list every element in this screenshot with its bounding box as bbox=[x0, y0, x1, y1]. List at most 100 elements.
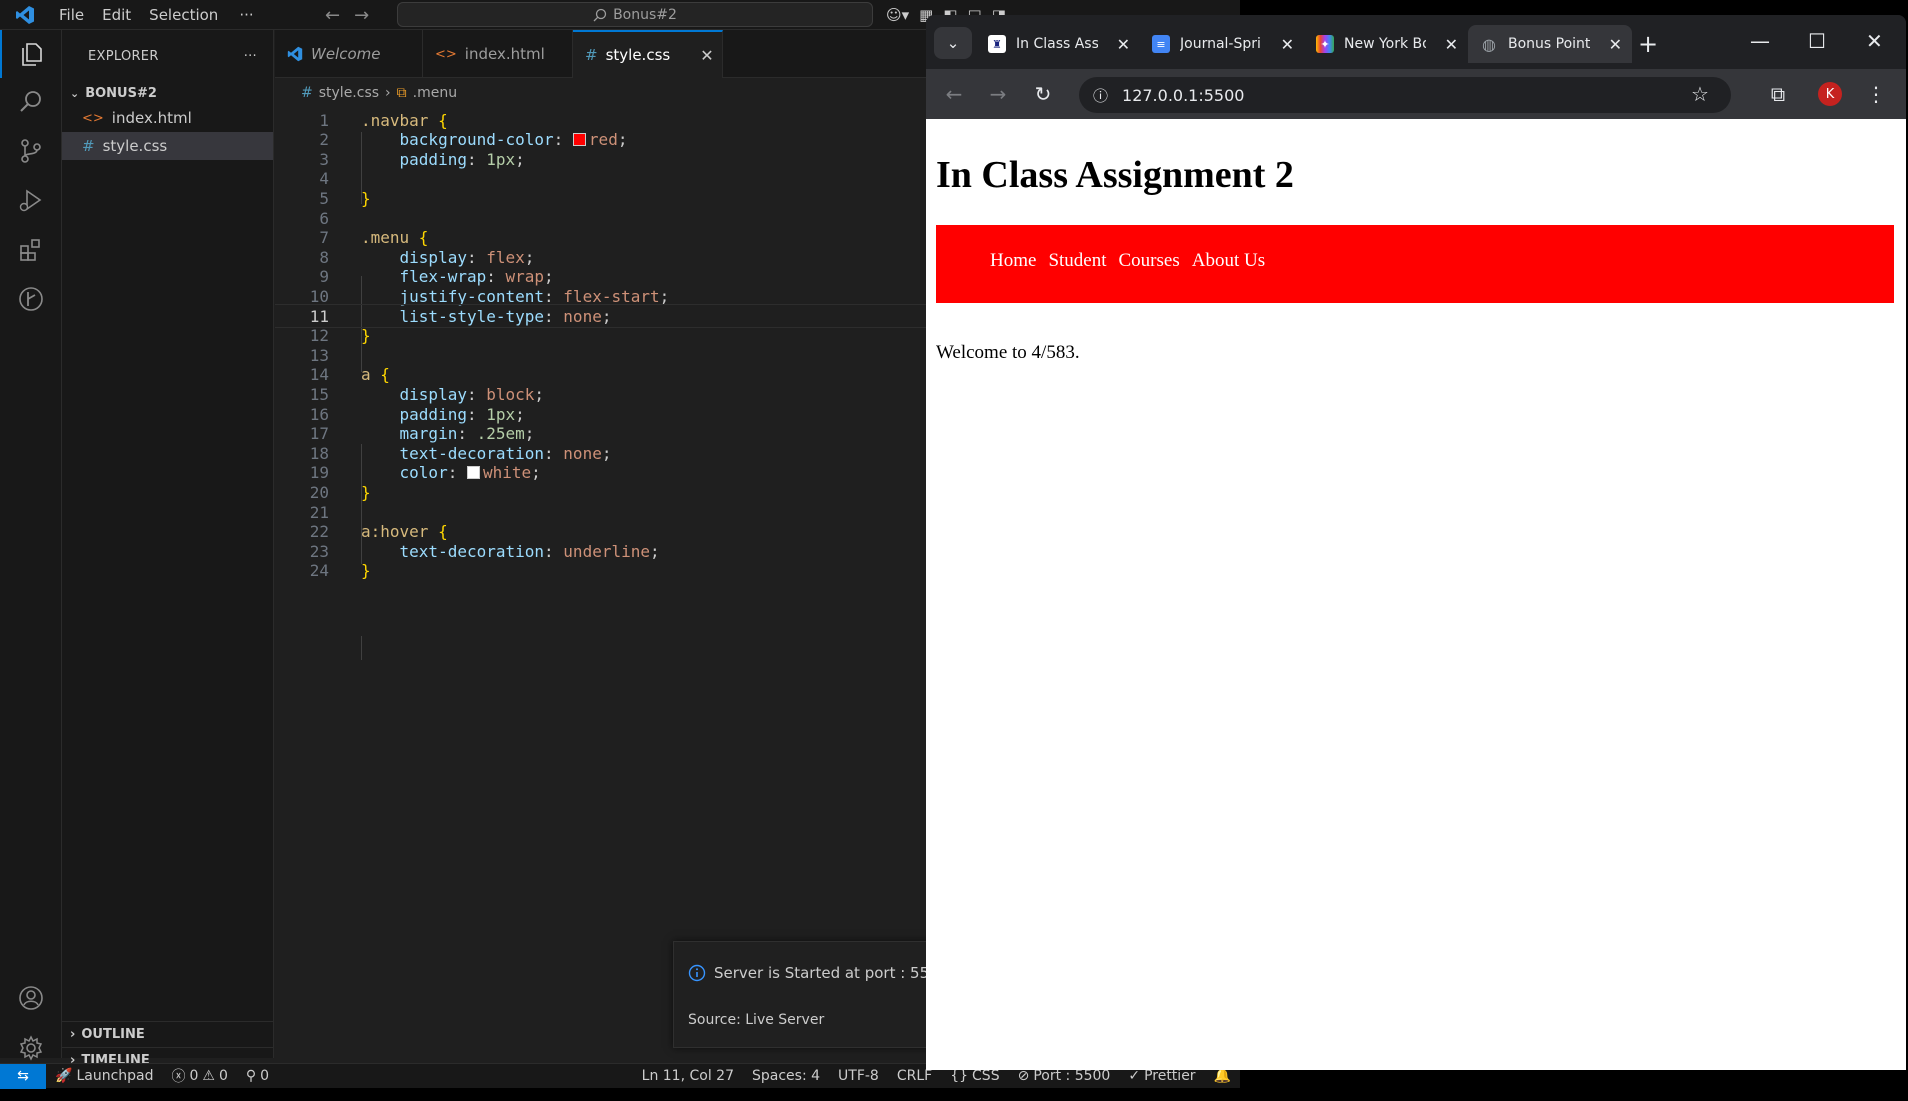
outline-section[interactable]: › OUTLINE bbox=[62, 1021, 274, 1047]
reload-icon[interactable]: ↻ bbox=[1029, 80, 1057, 108]
chrome-tab-3[interactable]: ✦ New York Bonus ✕ bbox=[1304, 25, 1468, 63]
git-graph-icon[interactable] bbox=[0, 275, 62, 323]
menu-edit[interactable]: Edit bbox=[93, 0, 140, 30]
tab-search-icon[interactable]: ⌄ bbox=[934, 27, 972, 59]
profile-avatar[interactable]: K bbox=[1818, 82, 1842, 106]
address-bar[interactable]: ⓘ 127.0.0.1:5500 bbox=[1079, 77, 1731, 113]
warning-icon: ⚠ bbox=[202, 1068, 215, 1084]
html-file-icon: <> bbox=[435, 46, 457, 62]
file-label: index.html bbox=[111, 109, 192, 127]
nav-link-student[interactable]: Student bbox=[1047, 249, 1107, 273]
launchpad-item[interactable]: 🚀 Launchpad bbox=[46, 1068, 163, 1084]
chrome-tab-4[interactable]: ◍ Bonus Points ✕ bbox=[1468, 25, 1632, 63]
run-debug-icon[interactable] bbox=[0, 176, 62, 224]
chrome-menu-icon[interactable]: ⋮ bbox=[1862, 80, 1890, 108]
language-mode[interactable]: {} CSS bbox=[941, 1068, 1008, 1084]
account-icon[interactable] bbox=[0, 974, 62, 1022]
tab-index-html[interactable]: <> index.html bbox=[423, 30, 573, 78]
problems-item[interactable]: ⓧ 0 ⚠ 0 bbox=[163, 1066, 237, 1086]
forward-arrow-icon[interactable]: → bbox=[354, 5, 369, 26]
html-file-icon: <> bbox=[82, 110, 104, 126]
end-of-line[interactable]: CRLF bbox=[888, 1068, 941, 1084]
tab-label: style.css bbox=[605, 46, 671, 64]
css-file-icon: # bbox=[301, 85, 313, 101]
nav-link-home[interactable]: Home bbox=[989, 249, 1037, 273]
explorer-more-icon[interactable]: ··· bbox=[244, 49, 257, 64]
tab-title: Journal-Spring bbox=[1180, 36, 1262, 52]
check-all-icon: ✓ bbox=[1128, 1068, 1141, 1084]
globe-favicon: ◍ bbox=[1482, 34, 1496, 54]
tab-style-css[interactable]: # style.css ✕ bbox=[573, 30, 723, 78]
page-favicon: ♜ bbox=[988, 35, 1006, 53]
chrome-toolbar: ← → ↻ ⓘ 127.0.0.1:5500 ☆ ⧉ K ⋮ bbox=[926, 69, 1906, 119]
chrome-tab-1[interactable]: ♜ In Class Assignment 2 ✕ bbox=[976, 25, 1140, 63]
close-icon[interactable]: ✕ bbox=[700, 46, 713, 65]
rocket-icon: 🚀 bbox=[55, 1068, 73, 1084]
tab-label: Welcome bbox=[311, 45, 381, 63]
css-file-icon: # bbox=[82, 137, 95, 155]
page-viewport: In Class Assignment 2 Home Student Cours… bbox=[926, 119, 1906, 1070]
source-control-icon[interactable] bbox=[0, 127, 62, 175]
broadcast-icon: ⚲ bbox=[245, 1068, 257, 1084]
ports-item[interactable]: ⚲ 0 bbox=[237, 1068, 278, 1084]
tab-title: New York Bonus bbox=[1344, 36, 1426, 52]
code-text: } bbox=[361, 561, 371, 581]
extensions-icon[interactable] bbox=[0, 226, 62, 274]
minimize-icon[interactable]: — bbox=[1750, 29, 1770, 53]
chrome-window: ⌄ ♜ In Class Assignment 2 ✕ ≡ Journal-Sp… bbox=[926, 15, 1906, 1070]
back-arrow-icon[interactable]: ← bbox=[325, 5, 340, 26]
color-swatch[interactable] bbox=[572, 133, 586, 147]
chrome-tab-2[interactable]: ≡ Journal-Spring ✕ bbox=[1140, 25, 1304, 63]
live-server-port[interactable]: ⊘ Port : 5500 bbox=[1009, 1068, 1120, 1084]
nav-link-about-us[interactable]: About Us bbox=[1191, 249, 1266, 273]
menu-file[interactable]: File bbox=[50, 0, 93, 30]
welcome-text: Welcome to 4/583. bbox=[936, 342, 1080, 363]
tab-label: index.html bbox=[464, 45, 545, 63]
breadcrumb-file[interactable]: style.css bbox=[319, 85, 379, 101]
file-style-css[interactable]: # style.css bbox=[62, 132, 273, 160]
explorer-icon[interactable] bbox=[0, 30, 62, 78]
back-arrow-icon[interactable]: ← bbox=[940, 80, 968, 108]
close-icon[interactable]: ✕ bbox=[1609, 35, 1622, 54]
color-swatch[interactable] bbox=[466, 466, 480, 480]
search-icon[interactable] bbox=[0, 78, 62, 126]
remote-indicator-icon[interactable]: ⇆ bbox=[0, 1063, 46, 1089]
nav-link-courses[interactable]: Courses bbox=[1118, 249, 1181, 273]
close-icon[interactable]: ✕ bbox=[1117, 35, 1130, 54]
css-file-icon: # bbox=[585, 46, 598, 64]
info-icon bbox=[688, 964, 706, 982]
cursor-position[interactable]: Ln 11, Col 27 bbox=[633, 1068, 743, 1084]
close-icon[interactable]: ✕ bbox=[1445, 35, 1458, 54]
folder-bonus2[interactable]: ⌄ BONUS#2 bbox=[62, 82, 273, 104]
more-menu-icon[interactable]: ··· bbox=[227, 6, 265, 24]
site-info-icon[interactable]: ⓘ bbox=[1093, 85, 1108, 106]
extensions-icon[interactable]: ⧉ bbox=[1764, 80, 1792, 108]
indentation[interactable]: Spaces: 4 bbox=[743, 1068, 829, 1084]
close-window-icon[interactable]: ✕ bbox=[1866, 29, 1883, 53]
no-entry-icon: ⊘ bbox=[1017, 1068, 1030, 1084]
warning-count: 0 bbox=[218, 1068, 228, 1084]
prettier-item[interactable]: ✓ Prettier bbox=[1119, 1068, 1204, 1084]
docs-favicon: ≡ bbox=[1152, 35, 1170, 53]
command-center-search[interactable]: Bonus#2 bbox=[397, 2, 873, 27]
symbol-class-icon: ⧉ bbox=[396, 85, 407, 101]
menu-selection[interactable]: Selection bbox=[140, 0, 227, 30]
outline-label: OUTLINE bbox=[81, 1027, 145, 1042]
breadcrumb-symbol[interactable]: .menu bbox=[413, 85, 457, 101]
line-number: 24 bbox=[309, 561, 329, 581]
vscode-logo-icon[interactable] bbox=[0, 0, 50, 30]
copilot-icon[interactable]: ☺▾ bbox=[886, 6, 909, 24]
close-icon[interactable]: ✕ bbox=[1281, 35, 1294, 54]
encoding[interactable]: UTF-8 bbox=[829, 1068, 888, 1084]
tab-title: Bonus Points bbox=[1508, 36, 1590, 52]
notifications-bell-icon[interactable]: 🔔 bbox=[1205, 1068, 1240, 1084]
nav-menu: Home Student Courses About Us bbox=[984, 249, 1271, 273]
file-index-html[interactable]: <> index.html bbox=[62, 104, 273, 132]
forward-arrow-icon[interactable]: → bbox=[984, 80, 1012, 108]
tab-welcome[interactable]: Welcome bbox=[275, 30, 423, 78]
tab-title: In Class Assignment 2 bbox=[1016, 36, 1098, 52]
maximize-icon[interactable]: ☐ bbox=[1808, 29, 1826, 53]
explorer-sidebar: EXPLORER ··· ⌄ BONUS#2 <> index.html # s… bbox=[62, 30, 274, 1068]
new-tab-icon[interactable]: + bbox=[1638, 30, 1658, 58]
bookmark-star-icon[interactable]: ☆ bbox=[1686, 80, 1714, 108]
